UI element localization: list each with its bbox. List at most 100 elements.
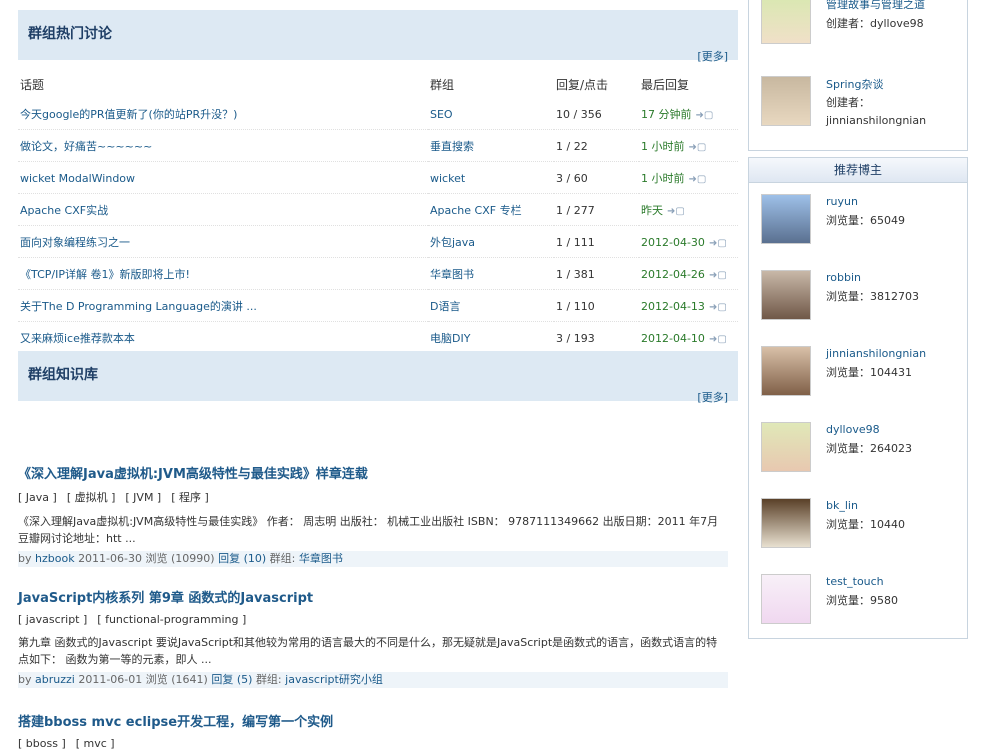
go-last-icon[interactable]: ➜▢ [709, 334, 727, 345]
knowledge-article: JavaScript内核系列 第9章 函数式的Javascript [ javas… [18, 587, 728, 688]
table-row: 做论文，好痛苦~~~~~~ 垂直搜索 1 / 22 1 小时前 ➜▢ [18, 129, 738, 162]
article-meta: by abruzzi 2011-06-01 浏览 (1641) 回复 (5) 群… [18, 672, 728, 688]
tag-link[interactable]: [ 程序 ] [171, 491, 209, 504]
group-link[interactable]: SEO [428, 98, 554, 130]
reply-count: 1 / 110 [554, 289, 639, 322]
go-last-icon[interactable]: ➜▢ [689, 174, 707, 185]
last-reply-link[interactable]: 1 小时前 [641, 140, 685, 153]
blogger-avatar[interactable] [761, 346, 811, 396]
topic-link[interactable]: 《TCP/IP详解 卷1》新版即将上市! [18, 257, 428, 290]
last-reply-link[interactable]: 2012-04-10 [641, 332, 705, 345]
blogger-item[interactable]: bk_lin 浏览量：10440 [749, 487, 967, 563]
blogger-avatar[interactable] [761, 194, 811, 244]
topic-link[interactable]: 面向对象编程练习之一 [18, 225, 428, 258]
go-last-icon[interactable]: ➜▢ [709, 270, 727, 281]
article-tags: [ bboss ] [ mvc ] [18, 737, 333, 750]
last-reply-link[interactable]: 2012-04-26 [641, 268, 705, 281]
group-avatar[interactable] [761, 76, 811, 126]
blogger-item[interactable]: dyllove98 浏览量：264023 [749, 411, 967, 487]
topic-link[interactable]: Apache CXF实战 [18, 193, 428, 226]
tag-link[interactable]: [ bboss ] [18, 737, 66, 750]
group-link[interactable]: 外包java [428, 225, 554, 258]
hot-discussions-header: 群组热门讨论 [更多] [18, 10, 738, 63]
group-link[interactable]: wicket [428, 161, 554, 194]
group-name[interactable]: Spring杂谈 [826, 76, 884, 92]
reply-count: 1 / 22 [554, 129, 639, 162]
group-link[interactable]: 电脑DIY [428, 321, 554, 354]
hot-more-link[interactable]: [更多] [697, 48, 728, 64]
tag-link[interactable]: [ functional-programming ] [97, 613, 246, 626]
article-title[interactable]: JavaScript内核系列 第9章 函数式的Javascript [18, 587, 728, 606]
article-tags: [ javascript ] [ functional-programming ] [18, 613, 728, 626]
group-link[interactable]: 华章图书 [428, 257, 554, 290]
group-creator: 创建者：dyllove98 [826, 17, 924, 30]
tag-link[interactable]: [ javascript ] [18, 613, 87, 626]
knowledge-section: 群组知识库 [更多] 《深入理解Java虚拟机:JVM高级特性与最佳实践》样章连… [18, 351, 738, 750]
topic-link[interactable]: 又来麻烦ice推荐款本本 [18, 321, 428, 354]
go-last-icon[interactable]: ➜▢ [689, 142, 707, 153]
blogger-item[interactable]: robbin 浏览量：3812703 [749, 259, 967, 335]
blogger-name[interactable]: test_touch [826, 575, 884, 588]
go-last-icon[interactable]: ➜▢ [709, 302, 727, 313]
group-link[interactable]: D语言 [428, 289, 554, 322]
topic-link[interactable]: 今天google的PR值更新了(你的站PR升没？) [18, 98, 428, 130]
last-reply-link[interactable]: 17 分钟前 [641, 108, 692, 121]
last-reply: 昨天 ➜▢ [639, 193, 738, 226]
group-creator-label: 创建者： [826, 96, 870, 109]
group-name[interactable]: 管理故事与管理之道 [826, 0, 925, 12]
group-item[interactable]: 管理故事与管理之道 创建者：dyllove98 [749, 0, 967, 76]
blogger-views: 浏览量：65049 [826, 214, 905, 227]
knowledge-more-link[interactable]: [更多] [697, 389, 728, 405]
blogger-name[interactable]: jinnianshilongnian [826, 347, 926, 360]
article-group-link[interactable]: javascript研究小组 [285, 673, 383, 686]
col-last: 最后回复 [641, 78, 690, 92]
tag-link[interactable]: [ 虚拟机 ] [67, 491, 116, 504]
article-title[interactable]: 搭建bboss mvc eclipse开发工程，编写第一个实例 [18, 711, 333, 730]
table-row: wicket ModalWindow wicket 3 / 60 1 小时前 ➜▢ [18, 161, 738, 194]
go-last-icon[interactable]: ➜▢ [709, 238, 727, 249]
blogger-name[interactable]: robbin [826, 271, 861, 284]
last-reply-link[interactable]: 昨天 [641, 204, 663, 217]
topic-link[interactable]: wicket ModalWindow [18, 161, 428, 194]
blogger-avatar[interactable] [761, 498, 811, 548]
reply-link[interactable]: 回复 [211, 673, 233, 686]
knowledge-title: 群组知识库 [28, 367, 98, 383]
table-row: 又来麻烦ice推荐款本本 电脑DIY 3 / 193 2012-04-10 ➜▢ [18, 321, 738, 354]
last-reply-link[interactable]: 2012-04-13 [641, 300, 705, 313]
blogger-item[interactable]: jinnianshilongnian 浏览量：104431 [749, 335, 967, 411]
group-link[interactable]: Apache CXF 专栏 [428, 193, 554, 226]
last-reply-link[interactable]: 1 小时前 [641, 172, 685, 185]
blogger-name[interactable]: ruyun [826, 195, 858, 208]
blogger-name[interactable]: dyllove98 [826, 423, 880, 436]
group-avatar[interactable] [761, 0, 811, 44]
reply-link[interactable]: 回复 [218, 552, 240, 565]
table-row: 《TCP/IP详解 卷1》新版即将上市! 华章图书 1 / 381 2012-0… [18, 257, 738, 290]
go-last-icon[interactable]: ➜▢ [667, 206, 685, 217]
blogger-avatar[interactable] [761, 574, 811, 624]
reply-count: 1 / 277 [554, 193, 639, 226]
blogger-item[interactable]: test_touch 浏览量：9580 [749, 563, 967, 639]
last-reply-link[interactable]: 2012-04-30 [641, 236, 705, 249]
author-link[interactable]: abruzzi [35, 673, 75, 686]
topic-link[interactable]: 做论文，好痛苦~~~~~~ [18, 129, 428, 162]
col-group: 群组 [430, 78, 455, 92]
knowledge-header: 群组知识库 [更多] [18, 351, 738, 404]
blogger-name[interactable]: bk_lin [826, 499, 858, 512]
tag-link[interactable]: [ JVM ] [125, 491, 161, 504]
blogger-item[interactable]: ruyun 浏览量：65049 [749, 183, 967, 259]
blogger-avatar[interactable] [761, 422, 811, 472]
knowledge-article: 搭建bboss mvc eclipse开发工程，编写第一个实例 [ bboss ]… [18, 711, 333, 750]
group-item[interactable]: Spring杂谈 创建者： jinnianshilongnian [749, 76, 967, 150]
article-title[interactable]: 《深入理解Java虚拟机:JVM高级特性与最佳实践》样章连载 [18, 463, 728, 482]
go-last-icon[interactable]: ➜▢ [696, 110, 714, 121]
topic-link[interactable]: 关于The D Programming Language的演讲 ... [18, 289, 428, 322]
article-group-link[interactable]: 华章图书 [299, 552, 343, 565]
tag-link[interactable]: [ Java ] [18, 491, 57, 504]
last-reply: 2012-04-30 ➜▢ [639, 225, 738, 258]
author-link[interactable]: hzbook [35, 552, 75, 565]
reply-count: 3 / 193 [554, 321, 639, 354]
tag-link[interactable]: [ mvc ] [76, 737, 115, 750]
group-link[interactable]: 垂直搜索 [428, 129, 554, 162]
group-creator[interactable]: jinnianshilongnian [826, 114, 926, 127]
blogger-avatar[interactable] [761, 270, 811, 320]
